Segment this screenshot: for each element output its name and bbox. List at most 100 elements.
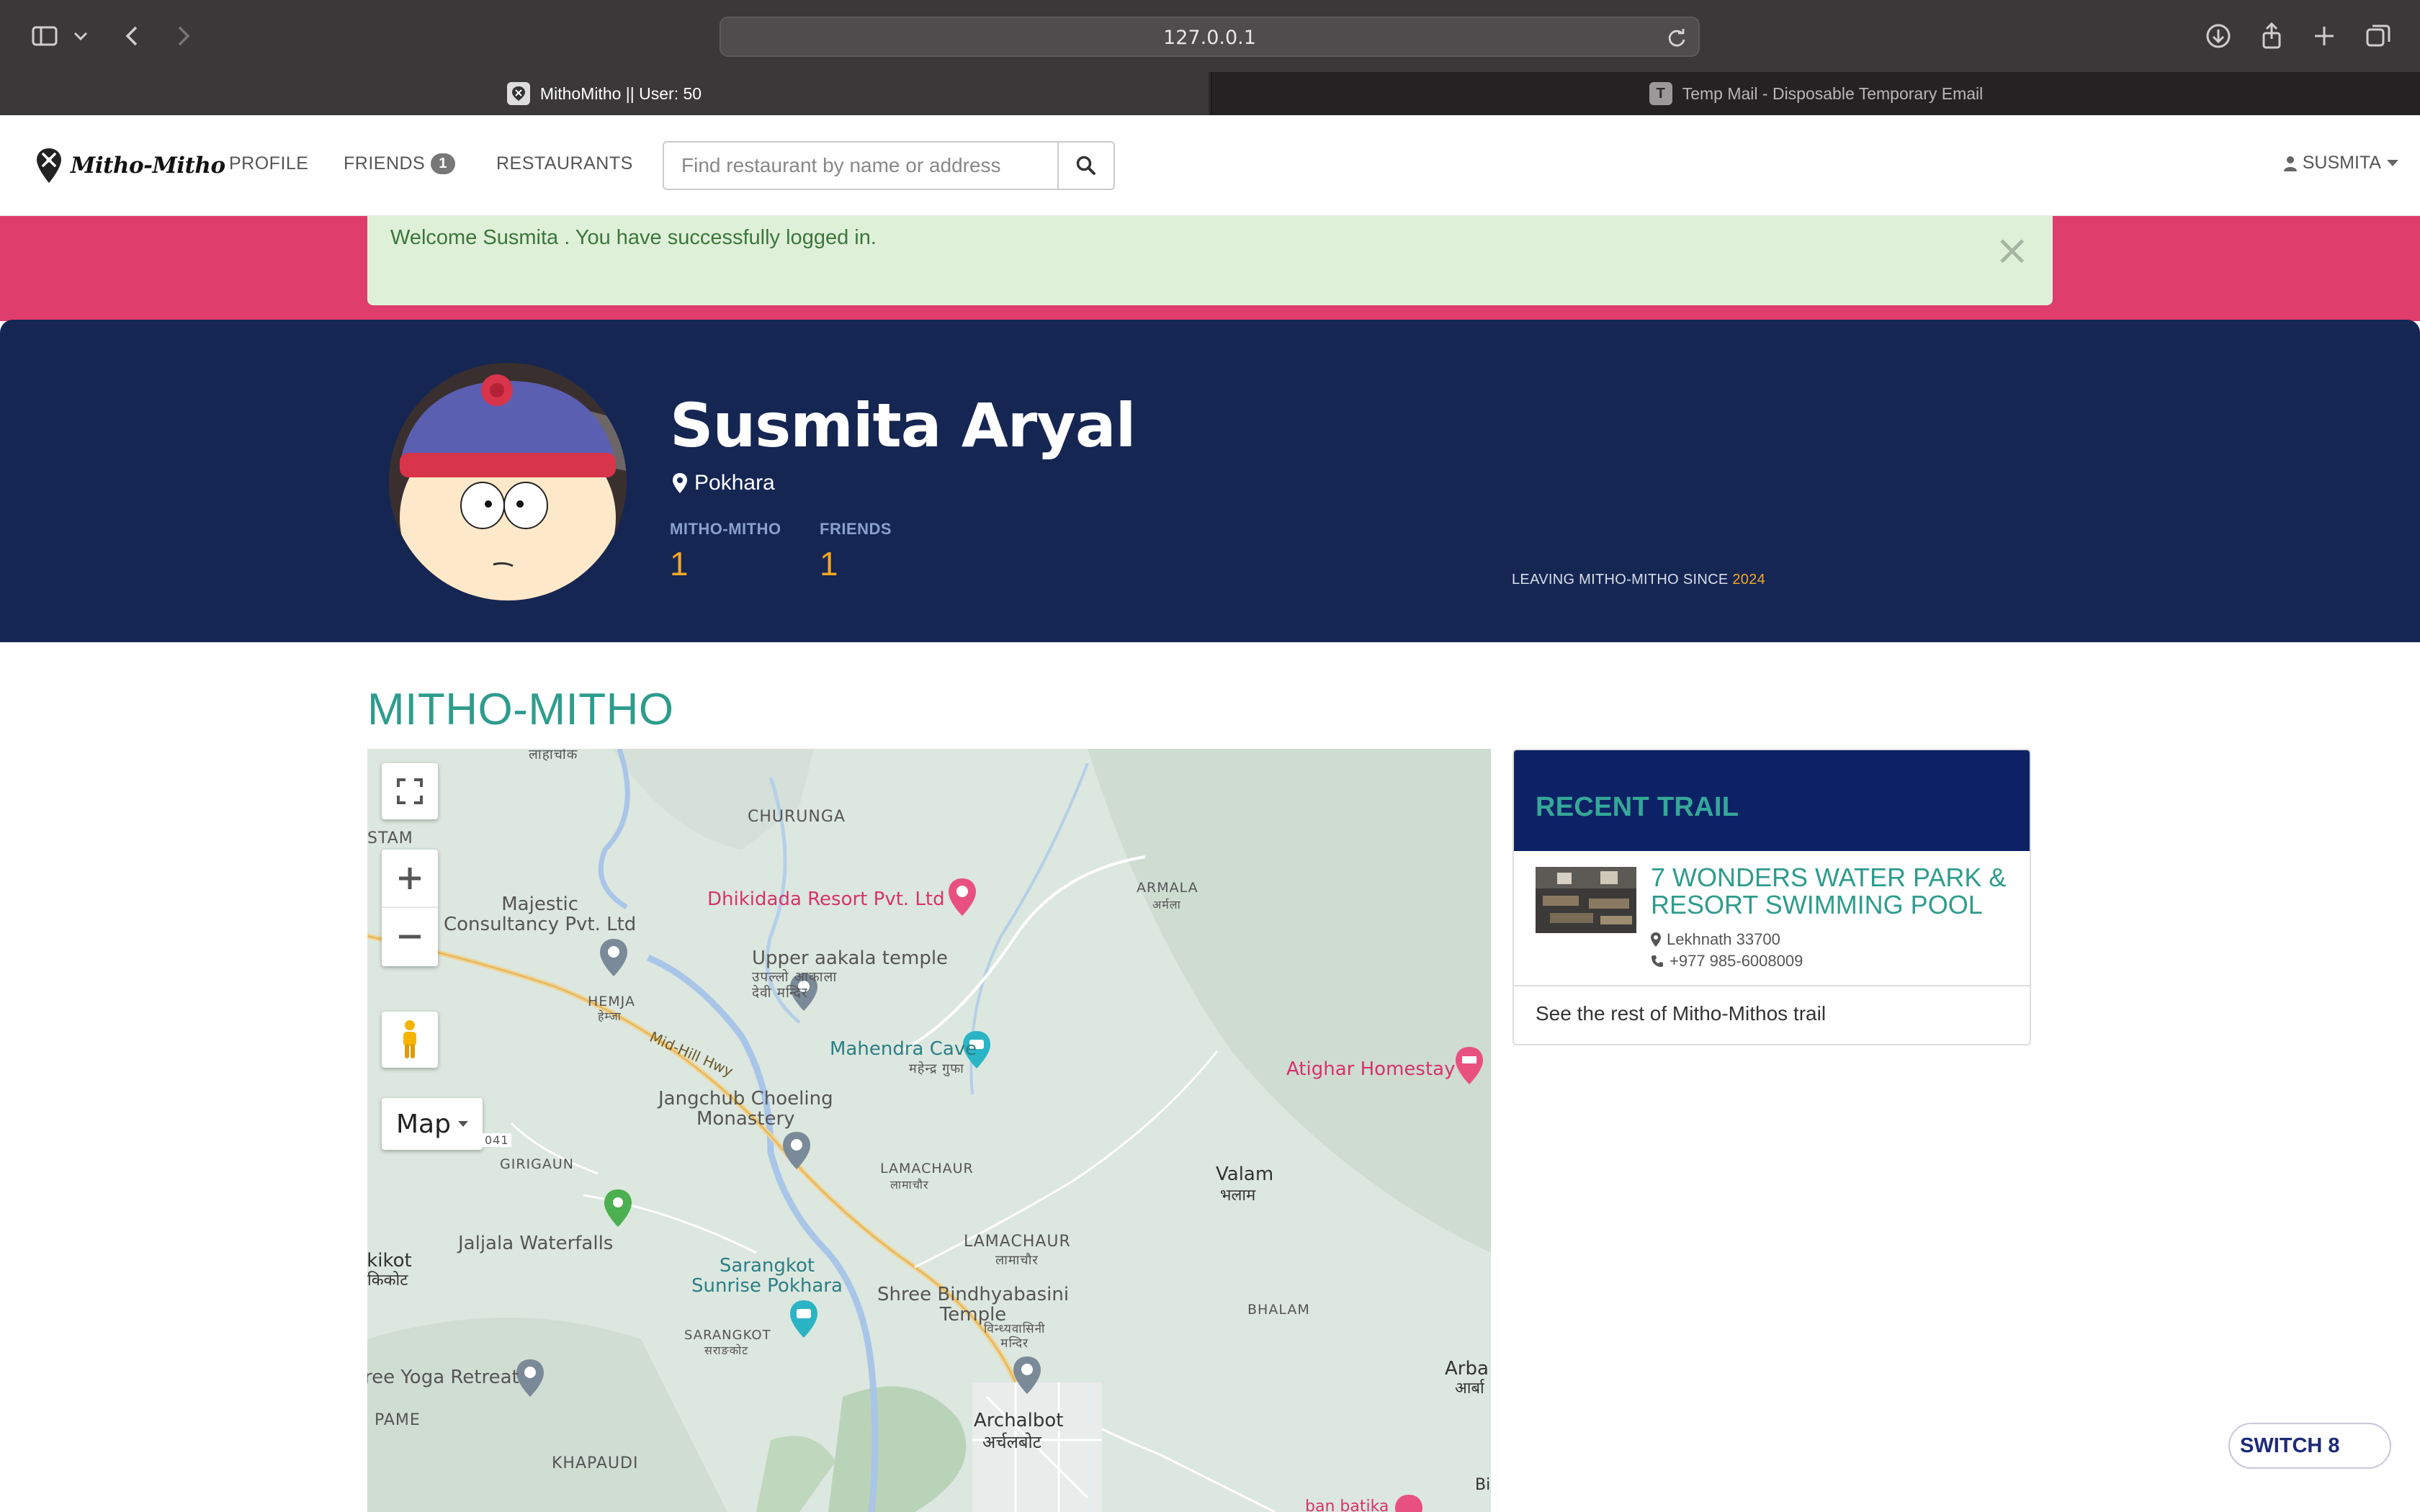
map-label: KHAPAUDI bbox=[552, 1454, 639, 1472]
map-label: आर्बा bbox=[1455, 1380, 1484, 1398]
browser-chrome: 127.0.0.1 MithoMitho || User: 50 T Temp … bbox=[0, 0, 2420, 115]
profile-header: Susmita Aryal Pokhara MITHO-MITHO 1 FRIE… bbox=[0, 320, 2420, 642]
temp-mail-favicon-icon: T bbox=[1649, 82, 1672, 105]
address-bar[interactable]: 127.0.0.1 bbox=[720, 17, 1700, 57]
section-title: MITHO-MITHO bbox=[367, 685, 674, 734]
resort-pin-icon[interactable] bbox=[946, 877, 978, 917]
monastery-pin-icon[interactable] bbox=[781, 1130, 812, 1171]
tab-mithomitho[interactable]: MithoMitho || User: 50 bbox=[0, 72, 1209, 115]
map-label: BHALAM bbox=[1247, 1302, 1310, 1318]
back-icon[interactable] bbox=[115, 19, 150, 53]
share-icon[interactable] bbox=[2254, 19, 2289, 53]
viewpoint-pin-icon[interactable] bbox=[788, 1299, 820, 1339]
map-label: विन्ध्यवासिनी मन्दिर bbox=[984, 1322, 1046, 1351]
map-label: Archalbot bbox=[974, 1410, 1064, 1431]
restaurant-phone: +977 985-6008009 bbox=[1651, 952, 1803, 971]
map-label: GIRIGAUN bbox=[500, 1156, 574, 1172]
stat-mitho-mitho[interactable]: MITHO-MITHO 1 bbox=[670, 520, 781, 583]
minus-icon bbox=[399, 935, 421, 939]
close-icon[interactable]: × bbox=[1994, 229, 2030, 271]
pegman-icon bbox=[403, 1020, 416, 1058]
download-icon[interactable] bbox=[2201, 19, 2236, 53]
stat-value: 1 bbox=[820, 545, 838, 582]
map-type-button[interactable]: Map bbox=[382, 1098, 483, 1150]
map-label: STAM bbox=[367, 829, 413, 847]
zoom-in-button[interactable] bbox=[382, 850, 438, 908]
brand-logo[interactable]: Mitho-Mitho bbox=[35, 145, 225, 186]
map-label: LAMACHAUR bbox=[880, 1161, 974, 1176]
map-label: भलाम bbox=[1220, 1187, 1256, 1205]
tab-temp-mail[interactable]: T Temp Mail - Disposable Temporary Email bbox=[1211, 72, 2420, 115]
zoom-controls bbox=[382, 850, 438, 966]
sidebar-toggle-icon[interactable] bbox=[27, 19, 62, 53]
map-label: महेन्द्र गुफा bbox=[909, 1061, 964, 1076]
office-pin-icon[interactable] bbox=[598, 937, 629, 978]
stat-value: 1 bbox=[670, 545, 689, 582]
map-label: Valam bbox=[1216, 1164, 1274, 1185]
map-marker-icon bbox=[673, 473, 687, 493]
waterfall-pin-icon[interactable] bbox=[602, 1188, 634, 1228]
search-icon bbox=[1076, 156, 1095, 175]
map-label: Dhikidada Resort Pvt. Ltd bbox=[707, 888, 945, 910]
map-type-label: Map bbox=[396, 1109, 451, 1139]
site-navbar: Mitho-Mitho PROFILE FRIENDS 1 RESTAURANTS… bbox=[0, 115, 2420, 216]
recent-trail-panel: RECENT TRAIL 7 WONDERS WATER PARK & RESO… bbox=[1512, 749, 2031, 1045]
caret-down-icon bbox=[2387, 159, 2398, 166]
trail-title: RECENT TRAIL bbox=[1536, 792, 1739, 822]
street-view-button[interactable] bbox=[382, 1012, 438, 1068]
map-label: Jaljala Waterfalls bbox=[458, 1233, 614, 1254]
map[interactable]: Map लाहाचोक CHURUNGA STAM Majestic Consu… bbox=[367, 749, 1491, 1512]
member-since: LEAVING MITHO-MITHO SINCE 2024 bbox=[1512, 572, 1765, 588]
switch-button[interactable]: SWITCH 8 bbox=[2228, 1423, 2391, 1469]
restaurant-thumbnail[interactable] bbox=[1536, 867, 1636, 933]
forward-icon[interactable] bbox=[166, 19, 200, 53]
map-label: LAMACHAUR bbox=[964, 1233, 1071, 1251]
nav-restaurants[interactable]: RESTAURANTS bbox=[496, 153, 633, 174]
new-tab-icon[interactable] bbox=[2307, 19, 2341, 53]
plus-icon bbox=[399, 868, 421, 889]
map-label: Bi bbox=[1475, 1476, 1491, 1494]
nav-profile[interactable]: PROFILE bbox=[229, 153, 308, 174]
chevron-down-icon[interactable] bbox=[66, 19, 95, 53]
zoom-out-button[interactable] bbox=[382, 908, 438, 966]
restaurant-name-link[interactable]: 7 WONDERS WATER PARK & RESORT SWIMMING P… bbox=[1651, 864, 2018, 919]
user-menu[interactable]: SUSMITA bbox=[2283, 153, 2398, 174]
brand-name: Mitho-Mitho bbox=[71, 153, 225, 179]
see-full-trail-link[interactable]: See the rest of Mitho-Mithos trail bbox=[1514, 986, 2030, 1044]
map-label: अर्चलबोट bbox=[982, 1432, 1041, 1452]
park-pin-icon[interactable] bbox=[1393, 1493, 1425, 1512]
homestay-pin-icon[interactable] bbox=[1453, 1045, 1485, 1086]
search-input[interactable] bbox=[663, 141, 1059, 190]
trail-item[interactable]: 7 WONDERS WATER PARK & RESORT SWIMMING P… bbox=[1514, 851, 2030, 986]
stat-friends[interactable]: FRIENDS 1 bbox=[820, 520, 892, 583]
tab-overview-icon[interactable] bbox=[2361, 19, 2396, 53]
profile-name: Susmita Aryal bbox=[670, 390, 1136, 461]
avatar[interactable] bbox=[389, 363, 627, 600]
map-label: लामाचौर bbox=[890, 1178, 929, 1192]
map-label: किकोट bbox=[367, 1272, 408, 1290]
nav-friends[interactable]: FRIENDS 1 bbox=[344, 153, 455, 174]
map-label: Shree Bindhyabasini Temple bbox=[877, 1284, 1070, 1326]
restaurant-search bbox=[663, 141, 1115, 190]
map-label: लाहाचोक bbox=[529, 749, 578, 762]
map-label: अर्मला bbox=[1152, 898, 1181, 912]
url-text: 127.0.0.1 bbox=[1163, 27, 1256, 49]
map-label: ree Yoga Retreat bbox=[367, 1367, 519, 1388]
profile-location: Pokhara bbox=[673, 471, 775, 495]
map-label: हेम्जा bbox=[598, 1009, 622, 1023]
tab-title: Temp Mail - Disposable Temporary Email bbox=[1682, 84, 1984, 103]
member-since-text: LEAVING MITHO-MITHO SINCE bbox=[1512, 572, 1729, 588]
map-label: CHURUNGA bbox=[748, 808, 846, 826]
login-success-alert: Welcome Susmita . You have successfully … bbox=[367, 216, 2053, 305]
restaurant-photo-icon bbox=[1536, 867, 1636, 933]
caret-down-icon bbox=[457, 1121, 468, 1127]
stat-label: MITHO-MITHO bbox=[670, 520, 781, 538]
temple-pin-icon[interactable] bbox=[1011, 1355, 1043, 1395]
trail-header: RECENT TRAIL bbox=[1514, 750, 2030, 851]
search-button[interactable] bbox=[1059, 141, 1115, 190]
map-label: Upper aakala temple bbox=[752, 948, 949, 969]
stat-label: FRIENDS bbox=[820, 520, 892, 538]
map-marker-icon bbox=[1651, 932, 1661, 947]
fullscreen-button[interactable] bbox=[382, 763, 438, 819]
reload-icon[interactable] bbox=[1665, 27, 1688, 50]
